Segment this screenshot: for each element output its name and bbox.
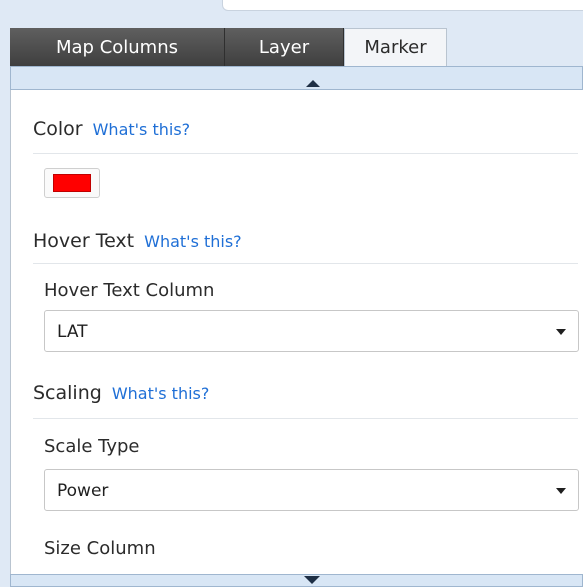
section-scaling: Scaling What's this? <box>33 382 209 404</box>
expand-bar[interactable] <box>10 574 583 587</box>
top-input-stub <box>222 0 583 11</box>
tab-layer[interactable]: Layer <box>225 28 344 66</box>
collapse-bar[interactable] <box>10 66 583 90</box>
marker-panel: Color What's this? Hover Text What's this?… <box>10 90 583 580</box>
tab-map-columns[interactable]: Map Columns <box>10 28 225 66</box>
hover-text-help-link[interactable]: What's this? <box>144 232 242 251</box>
tab-marker[interactable]: Marker <box>344 28 447 66</box>
scaling-help-link[interactable]: What's this? <box>112 384 210 403</box>
color-help-link[interactable]: What's this? <box>93 120 191 139</box>
scale-type-label: Scale Type <box>44 436 140 457</box>
hover-text-column-value: LAT <box>57 322 88 342</box>
expand-down-icon[interactable] <box>304 576 320 584</box>
top-strip <box>0 0 583 24</box>
divider <box>33 263 578 264</box>
color-swatch <box>53 174 91 192</box>
divider <box>33 418 578 419</box>
tab-bar: Map Columns Layer Marker <box>10 28 447 66</box>
divider <box>33 153 578 154</box>
color-picker-button[interactable] <box>44 168 100 198</box>
section-color-title: Color <box>33 118 83 140</box>
scale-type-select[interactable]: Power <box>44 469 579 511</box>
section-hover-text: Hover Text What's this? <box>33 230 242 252</box>
section-scaling-title: Scaling <box>33 382 102 404</box>
section-color: Color What's this? <box>33 118 190 140</box>
size-column-label: Size Column <box>44 538 156 559</box>
dropdown-arrow-icon[interactable] <box>556 329 566 335</box>
hover-text-column-label: Hover Text Column <box>44 280 215 301</box>
dropdown-arrow-icon[interactable] <box>556 488 566 494</box>
scale-type-value: Power <box>57 481 109 501</box>
hover-text-column-select[interactable]: LAT <box>44 310 579 352</box>
collapse-up-icon[interactable] <box>306 80 320 87</box>
section-hover-text-title: Hover Text <box>33 230 135 252</box>
